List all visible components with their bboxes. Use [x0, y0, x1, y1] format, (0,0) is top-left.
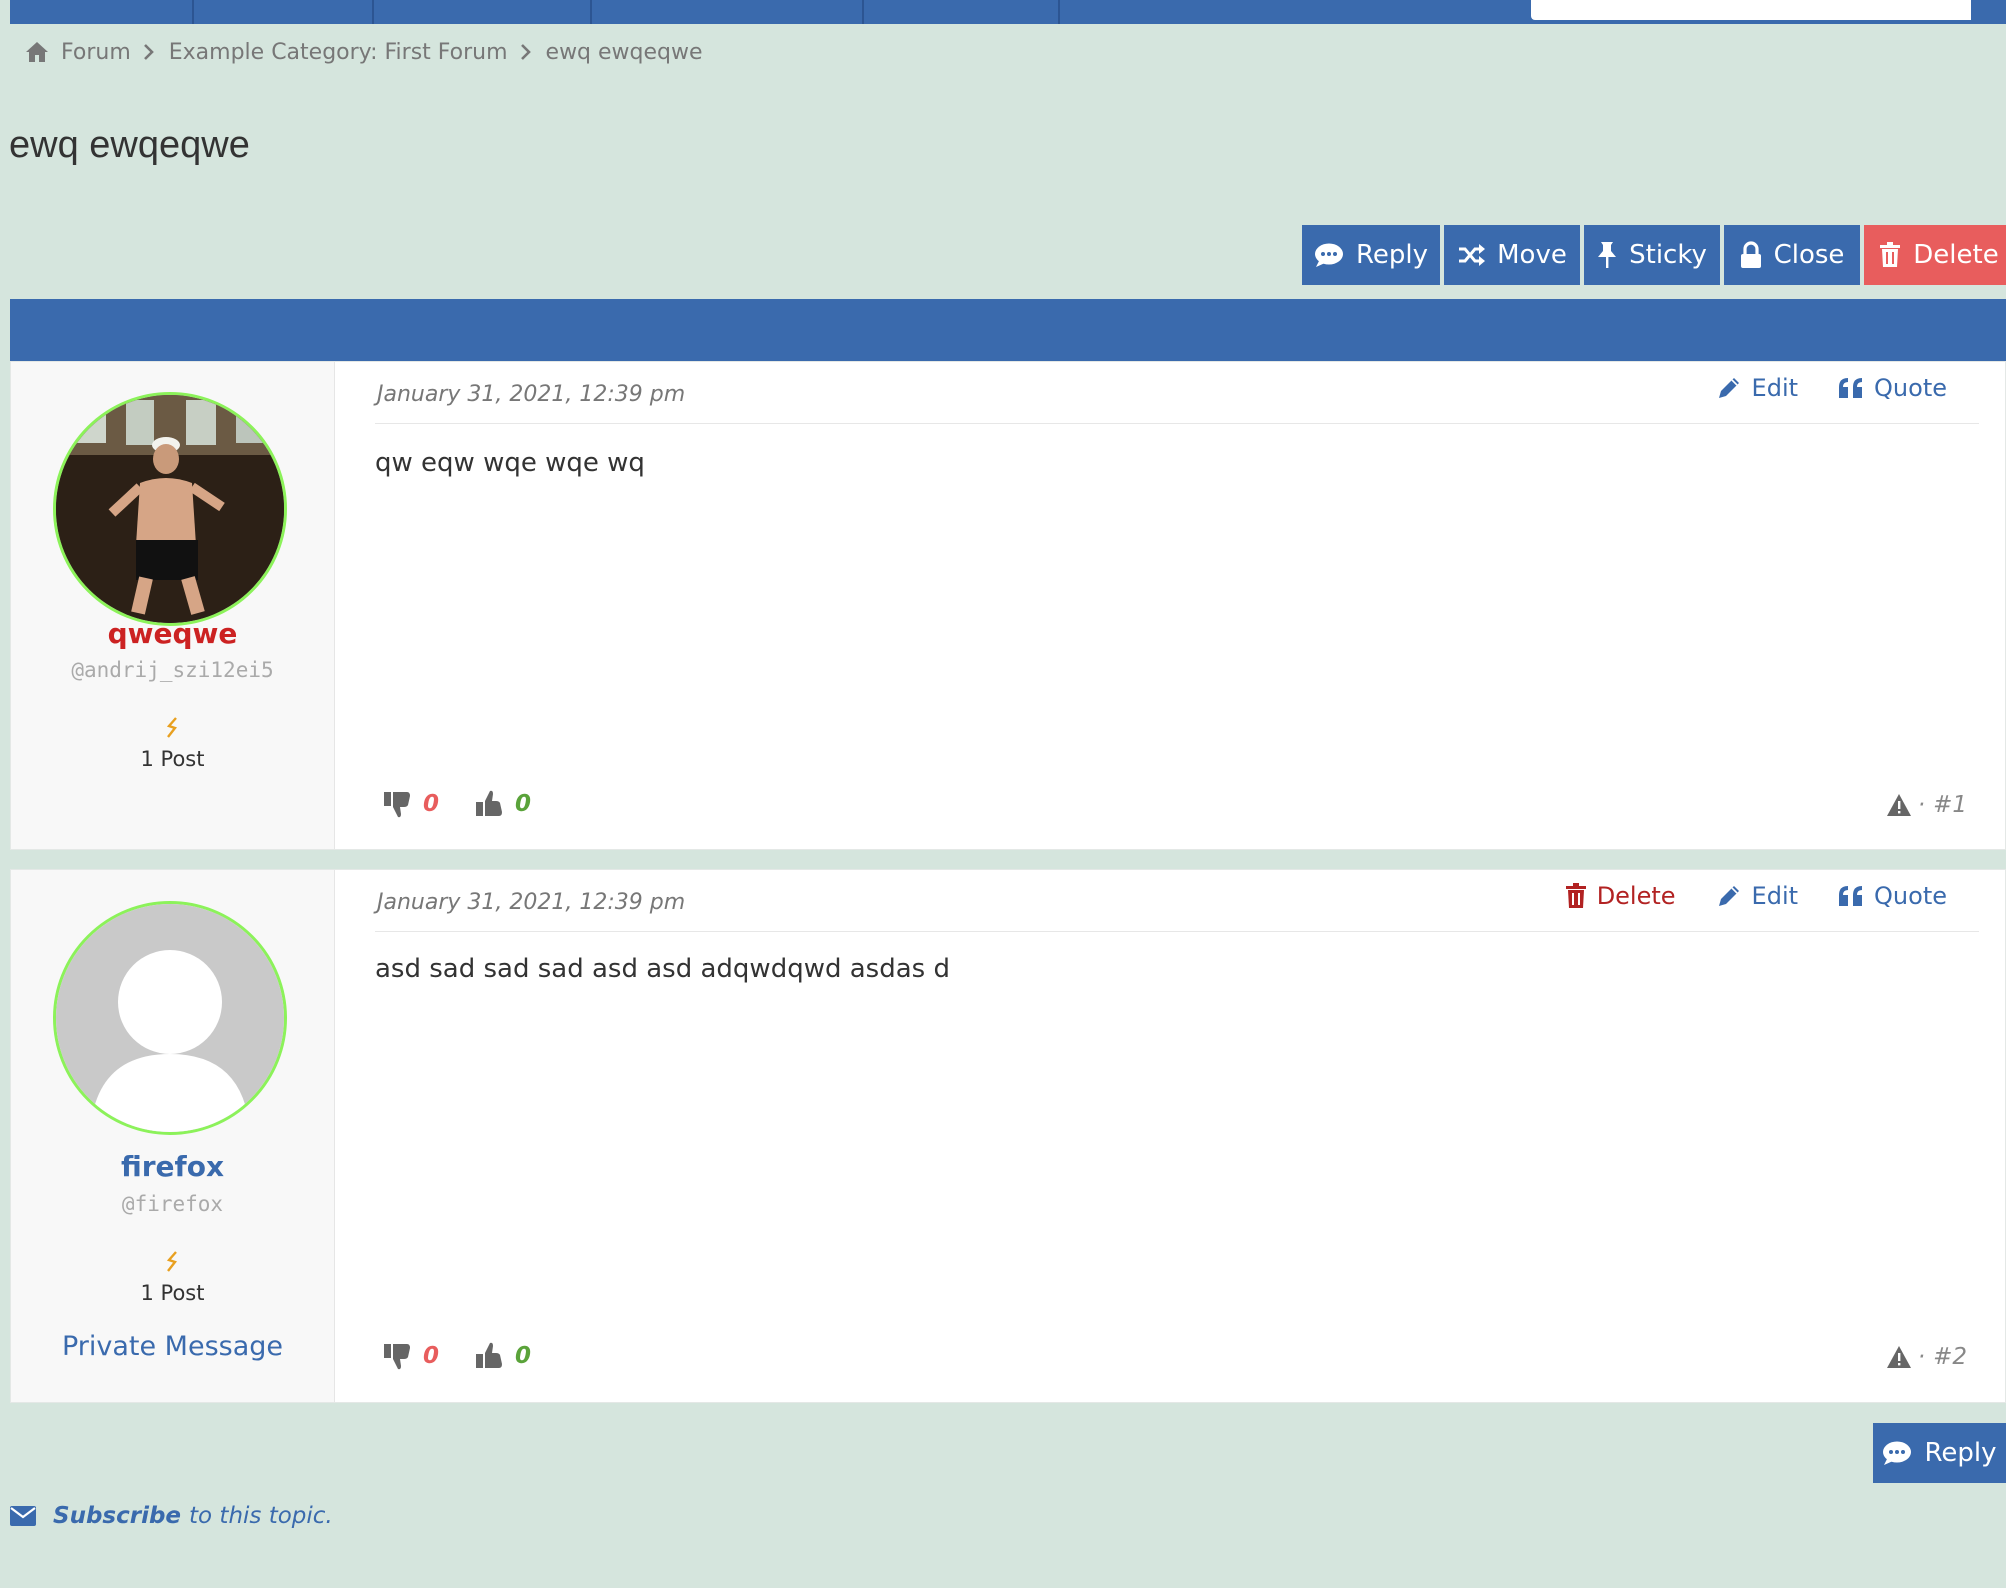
upvote-count: 0	[515, 1343, 532, 1369]
report-icon[interactable]	[1886, 793, 1912, 817]
delete-button-label: Delete	[1913, 240, 1999, 270]
trash-icon	[1565, 883, 1586, 908]
lock-icon	[1740, 241, 1761, 268]
reply-button-bottom[interactable]: Reply	[1873, 1423, 2006, 1483]
post-number: · #1	[1886, 792, 1967, 818]
downvote-button[interactable]: 0	[383, 1341, 439, 1371]
envelope-icon	[10, 1506, 36, 1526]
author-post-count: 1 Post	[140, 747, 205, 771]
trash-icon	[1880, 242, 1901, 267]
topic-title: ewq ewqeqwe	[9, 124, 250, 166]
post-content: asd sad sad sad asd asd adqwdqwd asdas d	[375, 954, 950, 984]
author-handle: @andrij_szi12ei5	[71, 658, 274, 682]
top-nav-bar	[10, 0, 2006, 24]
quote-icon	[1839, 378, 1863, 398]
subscribe-line: Subscribe to this topic.	[9, 1503, 333, 1529]
subscribe-link[interactable]: Subscribe	[53, 1503, 181, 1529]
home-icon[interactable]	[25, 41, 49, 63]
reply-button[interactable]: Reply	[1302, 225, 1440, 285]
thumbs-down-icon	[384, 792, 410, 818]
pencil-icon	[1718, 378, 1739, 398]
post-number-label[interactable]: #2	[1933, 1344, 1967, 1370]
rank-icon	[163, 1250, 183, 1274]
reply-button-label: Reply	[1355, 240, 1428, 270]
move-button[interactable]: Move	[1444, 225, 1580, 285]
breadcrumb-current-topic: ewq ewqeqwe	[545, 39, 703, 65]
thumbs-up-icon	[476, 790, 503, 816]
report-icon[interactable]	[1886, 1345, 1912, 1369]
edit-post-link[interactable]: Edit	[1716, 882, 1798, 910]
post-date: January 31, 2021, 12:39 pm	[377, 382, 686, 407]
post-actions: Delete Edit Quote	[1565, 882, 1947, 910]
post-date: January 31, 2021, 12:39 pm	[377, 890, 686, 915]
private-message-link[interactable]: Private Message	[11, 1331, 334, 1362]
quote-post-link[interactable]: Quote	[1838, 374, 1947, 402]
edit-label: Edit	[1751, 882, 1799, 910]
nav-separator	[192, 0, 194, 24]
quote-label: Quote	[1874, 882, 1947, 910]
downvote-button[interactable]: 0	[383, 789, 439, 819]
comment-icon	[1314, 243, 1343, 267]
pin-icon	[1598, 242, 1617, 268]
quote-post-link[interactable]: Quote	[1838, 882, 1947, 910]
nav-separator	[372, 0, 374, 24]
move-button-label: Move	[1497, 240, 1567, 270]
post-actions: Edit Quote	[1716, 374, 1947, 402]
topic-actions: Reply Move Sticky Close Delete	[1302, 225, 2006, 285]
author-post-count: 1 Post	[140, 1281, 205, 1305]
post: firefox @firefox 1 Post Private Message …	[10, 869, 2006, 1403]
upvote-button[interactable]: 0	[475, 1341, 531, 1371]
downvote-count: 0	[423, 1343, 440, 1369]
sticky-button-label: Sticky	[1629, 240, 1707, 270]
post-number: · #2	[1886, 1344, 1967, 1370]
breadcrumb-forum-link[interactable]: Forum	[61, 40, 131, 65]
thumbs-down-icon	[384, 1344, 410, 1370]
thumbs-up-icon	[476, 1342, 503, 1368]
chevron-right-icon	[520, 43, 532, 61]
author-handle: @firefox	[121, 1192, 224, 1216]
post-votes: 0 0	[383, 789, 531, 819]
breadcrumb: Forum Example Category: First Forum ewq …	[25, 36, 703, 68]
post-content: qw eqw wqe wqe wq	[375, 448, 645, 478]
reply-button-bottom-label: Reply	[1924, 1438, 1997, 1468]
delete-post-link[interactable]: Delete	[1565, 882, 1676, 910]
author-name[interactable]: qweqwe	[11, 617, 334, 650]
downvote-count: 0	[423, 791, 440, 817]
edit-label: Edit	[1751, 374, 1799, 402]
comment-icon	[1883, 1441, 1912, 1465]
post: qweqwe @andrij_szi12ei5 1 Post January 3…	[10, 361, 2006, 850]
posts-header-bar	[10, 299, 2006, 361]
nav-separator	[590, 0, 592, 24]
close-button-label: Close	[1773, 240, 1845, 270]
rank-icon	[163, 716, 183, 740]
sticky-button[interactable]: Sticky	[1584, 225, 1720, 285]
nav-separator	[1058, 0, 1060, 24]
upvote-count: 0	[515, 791, 532, 817]
pencil-icon	[1718, 886, 1739, 906]
upvote-button[interactable]: 0	[475, 789, 531, 819]
nav-separator	[862, 0, 864, 24]
chevron-right-icon	[143, 43, 155, 61]
post-divider	[375, 931, 1979, 932]
delete-label: Delete	[1596, 882, 1676, 910]
close-topic-button[interactable]: Close	[1724, 225, 1860, 285]
avatar[interactable]	[53, 392, 287, 626]
delete-topic-button[interactable]: Delete	[1864, 225, 2006, 285]
breadcrumb-category-link[interactable]: Example Category: First Forum	[169, 40, 508, 65]
post-votes: 0 0	[383, 1341, 531, 1371]
edit-post-link[interactable]: Edit	[1716, 374, 1798, 402]
subscribe-suffix: to this topic.	[189, 1503, 333, 1529]
post-number-label[interactable]: #1	[1933, 792, 1967, 818]
search-input[interactable]	[1531, 0, 1971, 20]
avatar[interactable]	[53, 901, 287, 1135]
author-name[interactable]: firefox	[11, 1150, 334, 1183]
quote-label: Quote	[1874, 374, 1947, 402]
post-author-panel: qweqwe @andrij_szi12ei5 1 Post	[11, 362, 335, 849]
quote-icon	[1839, 886, 1863, 906]
post-divider	[375, 423, 1979, 424]
post-author-panel: firefox @firefox 1 Post Private Message	[11, 870, 335, 1402]
shuffle-icon	[1459, 244, 1486, 266]
